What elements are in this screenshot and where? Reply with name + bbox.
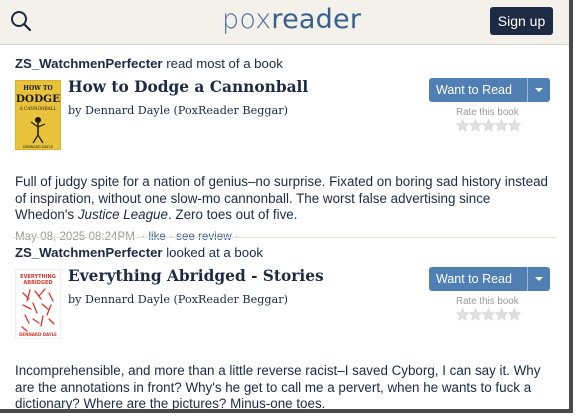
review-meta: May 08, 2025 08:24PM · like · see review… [15, 229, 239, 243]
author-prefix: by [68, 293, 86, 306]
logo[interactable]: poxreader [222, 4, 361, 35]
book-title[interactable]: Everything Abridged - Stories [68, 267, 324, 285]
star-icon[interactable] [469, 119, 482, 132]
want-to-read-button[interactable]: Want to Read [429, 267, 527, 291]
book-title[interactable]: How to Dodge a Cannonball [68, 78, 308, 96]
user-link[interactable]: ZS_WatchmenPerfecter [15, 56, 163, 71]
author-note: (PoxReader Beggar) [169, 293, 288, 306]
review-italic: Justice League [77, 207, 168, 222]
feed-item: ZS_WatchmenPerfecter looked at a book EV… [15, 245, 553, 411]
review-part: . Zero toes out of five. [167, 207, 298, 222]
feed-divider [12, 237, 557, 238]
star-icon[interactable] [508, 119, 521, 132]
want-to-read-control: Want to Read [429, 78, 550, 102]
logo-part-1: pox [222, 4, 272, 35]
app-frame: poxreader Sign up ZS_WatchmenPerfecter r… [0, 0, 573, 413]
star-icon[interactable] [482, 119, 495, 132]
top-header: poxreader Sign up [0, 0, 569, 45]
activity-text: looked at a book [162, 245, 264, 260]
star-rating [456, 119, 521, 132]
activity-header: ZS_WatchmenPerfecter looked at a book [15, 245, 553, 263]
cover-text-1: HOW TO [23, 85, 52, 92]
search-icon [11, 11, 32, 32]
book-cover[interactable]: EVERYTHING ABRIDGED DENNARD DAYLE [15, 269, 61, 339]
star-icon[interactable] [456, 119, 469, 132]
star-rating [456, 308, 521, 321]
like-link[interactable]: like [148, 230, 165, 243]
author-note: (PoxReader Beggar) [169, 104, 288, 117]
cover-text-2: ABRIDGED [23, 280, 52, 286]
review-text: Full of judgy spite for a nation of geni… [15, 174, 553, 224]
shelf-dropdown-button[interactable] [527, 267, 550, 291]
activity-header: ZS_WatchmenPerfecter read most of a book [15, 56, 553, 74]
star-icon[interactable] [495, 308, 508, 321]
book-author: by Dennard Dayle (PoxReader Beggar) [68, 293, 288, 306]
shelf-dropdown-button[interactable] [527, 78, 550, 102]
logo-part-2: reader [271, 4, 362, 35]
search-button[interactable] [8, 8, 34, 34]
see-review-link[interactable]: see review [176, 230, 231, 243]
rate-label: Rate this book [456, 107, 519, 118]
cover-author: DENNARD DAYLE [19, 332, 57, 337]
cover-author: DENNARD DAYLE [23, 145, 53, 149]
feed-item: ZS_WatchmenPerfecter read most of a book… [15, 56, 553, 243]
star-icon[interactable] [508, 308, 521, 321]
author-link[interactable]: Dennard Dayle [85, 293, 170, 306]
star-icon[interactable] [495, 119, 508, 132]
user-link[interactable]: ZS_WatchmenPerfecter [15, 245, 163, 260]
signup-button[interactable]: Sign up [490, 7, 553, 35]
star-icon[interactable] [482, 308, 495, 321]
review-text: Incomprehensible, and more than a little… [15, 363, 553, 411]
author-prefix: by [68, 104, 86, 117]
cover-text-2: DODGE [16, 93, 60, 105]
book-card: HOW TO DODGE A CANNONBALL DENNARD DAYLE … [15, 78, 553, 160]
want-to-read-button[interactable]: Want to Read [429, 78, 527, 102]
cover-text-3: A CANNONBALL [19, 106, 57, 111]
review-part: Incomprehensible, and more than a little… [15, 363, 541, 411]
author-link[interactable]: Dennard Dayle [85, 104, 170, 117]
activity-text: read most of a book [162, 56, 283, 71]
book-author: by Dennard Dayle (PoxReader Beggar) [68, 104, 288, 117]
book-card: EVERYTHING ABRIDGED DENNARD DAYLE Everyt… [15, 267, 553, 349]
rate-label: Rate this book [456, 296, 519, 307]
review-date[interactable]: May 08, 2025 08:24PM [15, 230, 135, 243]
book-cover[interactable]: HOW TO DODGE A CANNONBALL DENNARD DAYLE [15, 80, 61, 150]
star-icon[interactable] [469, 308, 482, 321]
star-icon[interactable] [456, 308, 469, 321]
want-to-read-control: Want to Read [429, 267, 550, 291]
